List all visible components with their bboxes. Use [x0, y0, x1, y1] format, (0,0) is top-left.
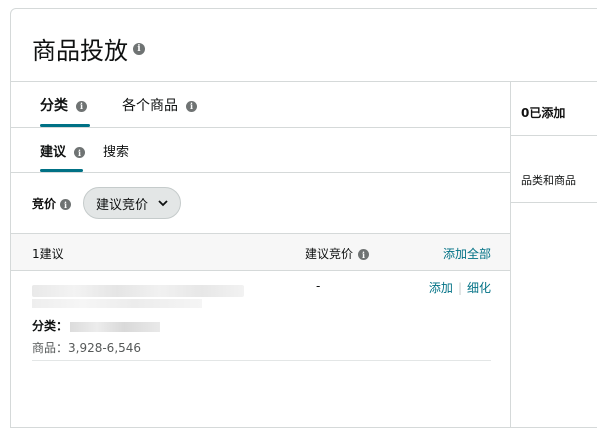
bid-label-text: 竞价: [32, 197, 57, 211]
active-tab-indicator: [40, 124, 90, 127]
info-icon[interactable]: i: [358, 249, 370, 260]
title-row: 商品投放 i: [11, 9, 597, 82]
table-header: 1建议 建议竞价 i 添加全部: [11, 233, 510, 271]
added-panel: 0已添加 品类和商品: [510, 82, 597, 427]
bid-label: 竞价 i: [32, 195, 72, 212]
bid-row: 竞价 i 建议竞价: [11, 173, 510, 233]
added-panel-header: 0已添加: [511, 82, 597, 136]
subtab-suggested[interactable]: 建议 i: [40, 141, 86, 160]
redacted-category-name: [32, 285, 244, 297]
bid-strategy-value: 建议竞价: [96, 197, 149, 213]
added-panel-subtitle: 品类和商品: [521, 174, 576, 187]
chevron-down-icon: [158, 199, 168, 206]
product-targeting-card: 商品投放 i 分类 i 各个商品 i 建议 i 搜索 竞价 i 建议竞价 1建议…: [10, 8, 597, 428]
column-suggested-bid: 建议竞价 i: [305, 245, 370, 262]
main-tabs: 分类 i 各个商品 i: [11, 82, 510, 128]
tab-individual-products[interactable]: 各个商品 i: [122, 95, 197, 115]
column-suggestion: 1建议: [32, 247, 64, 261]
divider: [511, 202, 597, 203]
column-suggested-bid-label: 建议竞价: [305, 247, 354, 261]
subtab-suggested-label: 建议: [40, 145, 67, 160]
tab-categories[interactable]: 分类 i: [40, 95, 87, 115]
table-row: 分类： 商品：3,928-6,546 - 添加 | 细化: [32, 271, 491, 361]
added-count-title: 0已添加: [521, 106, 566, 120]
tab-categories-label: 分类: [40, 98, 68, 114]
tab-individual-products-label: 各个商品: [122, 98, 178, 114]
subtab-search[interactable]: 搜索: [103, 141, 129, 160]
info-icon[interactable]: i: [74, 147, 86, 158]
row-actions: 添加 | 细化: [429, 279, 491, 296]
info-icon[interactable]: i: [60, 199, 72, 210]
suggested-bid-value: -: [316, 279, 321, 293]
sub-tabs: 建议 i 搜索: [11, 128, 510, 173]
products-count: 商品：3,928-6,546: [32, 341, 142, 355]
redacted-category-value: [70, 321, 161, 332]
info-icon[interactable]: i: [186, 100, 197, 112]
info-icon[interactable]: i: [76, 100, 87, 112]
info-icon[interactable]: i: [133, 43, 145, 55]
active-subtab-indicator: [40, 169, 83, 172]
targeting-panel: 分类 i 各个商品 i 建议 i 搜索 竞价 i 建议竞价 1建议 建议竞价 i…: [11, 82, 510, 427]
action-separator: |: [457, 281, 462, 295]
add-all-link[interactable]: 添加全部: [443, 245, 491, 262]
category-line: 分类：: [32, 317, 161, 334]
category-label: 分类：: [32, 319, 69, 333]
refine-link[interactable]: 细化: [467, 281, 491, 295]
bid-strategy-dropdown[interactable]: 建议竞价: [83, 187, 182, 219]
page-title: 商品投放: [32, 37, 128, 65]
add-link[interactable]: 添加: [429, 281, 453, 295]
redacted-category-path: [32, 299, 202, 308]
